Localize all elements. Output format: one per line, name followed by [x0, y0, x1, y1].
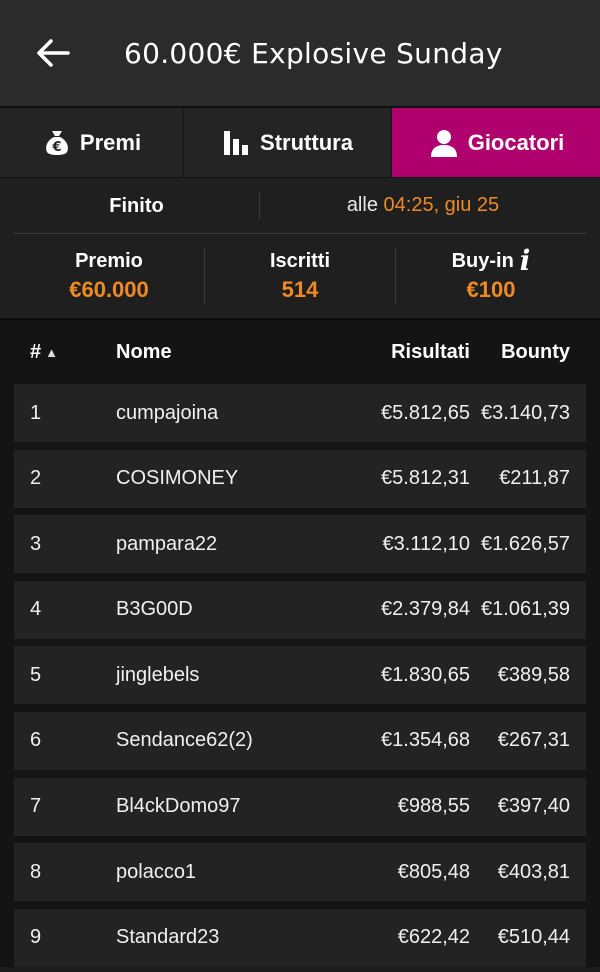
cell-rank: 2	[30, 467, 42, 490]
cell-rank: 7	[30, 795, 42, 818]
table-row[interactable]: 6 Sendance62(2) €1.354,68 €267,31	[14, 711, 586, 770]
tab-struttura[interactable]: Struttura	[184, 108, 392, 177]
table-row[interactable]: 4 B3G00D €2.379,84 €1.061,39	[14, 580, 586, 639]
cell-name: Standard23	[116, 926, 220, 949]
tab-struttura-label: Struttura	[260, 129, 353, 155]
cell-rank: 3	[30, 532, 42, 555]
cell-results: €5.812,31	[381, 467, 470, 490]
cell-bounty: €1.061,39	[481, 598, 570, 621]
prize-value: €60.000	[69, 276, 149, 302]
cell-rank: 1	[30, 401, 42, 424]
arrow-left-icon	[37, 39, 70, 67]
table-body: 1 cumpajoina €5.812,65 €3.140,73 2 COSIMONEY €…	[14, 384, 586, 967]
cell-name: Sendance62(2)	[116, 729, 253, 752]
cell-results: €805,48	[397, 860, 470, 883]
time-value: 04:25, giu 25	[383, 194, 500, 216]
header-bounty[interactable]: Bounty	[470, 341, 586, 364]
sort-up-icon: ▲	[45, 344, 58, 360]
table-row[interactable]: 2 COSIMONEY €5.812,31 €211,87	[14, 449, 586, 508]
table-row[interactable]: 9 Standard23 €622,42 €510,44	[14, 908, 586, 967]
stats-row: Premio €60.000 Iscritti 514 Buy-in i €10…	[14, 234, 586, 318]
table-header: # ▲ Nome Risultati Bounty	[14, 320, 586, 384]
status-row: Finito alle 04:25, giu 25	[14, 178, 586, 234]
players-table: # ▲ Nome Risultati Bounty 1 cumpajoina €5.…	[0, 318, 600, 967]
tournament-info: Finito alle 04:25, giu 25 Premio €60.000…	[0, 178, 600, 318]
tab-giocatori-label: Giocatori	[467, 129, 565, 155]
table-row[interactable]: 8 polacco1 €805,48 €403,81	[14, 843, 586, 902]
svg-text:€: €	[51, 140, 61, 155]
table-row[interactable]: 1 cumpajoina €5.812,65 €3.140,73	[14, 384, 586, 442]
cell-bounty: €397,40	[497, 795, 570, 818]
cell-name: pampara22	[116, 532, 218, 555]
cell-bounty: €3.140,73	[481, 401, 570, 424]
user-icon	[428, 127, 460, 159]
cell-results: €2.379,84	[381, 598, 470, 621]
prize-label: Premio	[75, 249, 143, 272]
cell-name: B3G00D	[116, 598, 193, 621]
tab-premi-label: Premi	[79, 129, 142, 155]
cell-bounty: €267,31	[497, 729, 570, 752]
entrants-value: 514	[281, 276, 319, 302]
cell-name: polacco1	[116, 860, 197, 883]
info-icon[interactable]: i	[520, 247, 531, 275]
cell-bounty: €1.626,57	[481, 532, 570, 555]
tournament-time: alle 04:25, giu 25	[260, 194, 586, 217]
app-header: 60.000€ Explosive Sunday	[0, 0, 600, 108]
tab-giocatori[interactable]: Giocatori	[392, 108, 600, 177]
cell-results: €1.830,65	[381, 663, 470, 686]
cell-results: €5.812,65	[381, 401, 470, 424]
stat-prize: Premio €60.000	[14, 248, 204, 304]
back-button[interactable]	[26, 26, 80, 80]
cell-results: €622,42	[397, 926, 470, 949]
header-name[interactable]: Nome	[116, 341, 350, 364]
bar-chart-icon	[222, 128, 252, 158]
tournament-status: Finito	[14, 191, 260, 220]
cell-bounty: €510,44	[497, 926, 570, 949]
money-bag-icon: €	[42, 128, 72, 158]
tab-bar: € Premi Struttura Giocatori	[0, 108, 600, 178]
table-row[interactable]: 7 Bl4ckDomo97 €988,55 €397,40	[14, 777, 586, 836]
cell-results: €988,55	[397, 795, 470, 818]
stat-buyin: Buy-in i €100	[395, 247, 586, 304]
cell-bounty: €403,81	[497, 860, 570, 883]
cell-name: COSIMONEY	[116, 467, 239, 490]
cell-rank: 5	[30, 663, 42, 686]
header-results[interactable]: Risultati	[350, 341, 470, 364]
tab-premi[interactable]: € Premi	[0, 108, 184, 177]
cell-rank: 6	[30, 729, 42, 752]
cell-rank: 9	[30, 926, 42, 949]
cell-rank: 4	[30, 598, 42, 621]
app: 60.000€ Explosive Sunday € Premi Struttu…	[0, 0, 600, 972]
stat-entrants: Iscritti 514	[204, 248, 395, 304]
cell-bounty: €211,87	[499, 467, 570, 490]
cell-rank: 8	[30, 860, 42, 883]
cell-results: €1.354,68	[381, 729, 470, 752]
cell-bounty: €389,58	[497, 663, 570, 686]
time-prefix: alle	[346, 194, 378, 216]
buyin-label: Buy-in	[451, 249, 514, 272]
buyin-label-wrap: Buy-in i	[396, 247, 586, 275]
cell-name: jinglebels	[116, 663, 200, 686]
cell-name: Bl4ckDomo97	[116, 795, 241, 818]
header-rank[interactable]: # ▲	[14, 341, 116, 364]
table-row[interactable]: 5 jinglebels €1.830,65 €389,58	[14, 646, 586, 705]
cell-results: €3.112,10	[382, 532, 471, 555]
buyin-value: €100	[466, 276, 516, 302]
page-title: 60.000€ Explosive Sunday	[124, 36, 503, 70]
entrants-label: Iscritti	[269, 249, 331, 272]
cell-name: cumpajoina	[116, 401, 219, 424]
table-row[interactable]: 3 pampara22 €3.112,10 €1.626,57	[14, 515, 586, 574]
header-rank-label: #	[30, 340, 42, 363]
